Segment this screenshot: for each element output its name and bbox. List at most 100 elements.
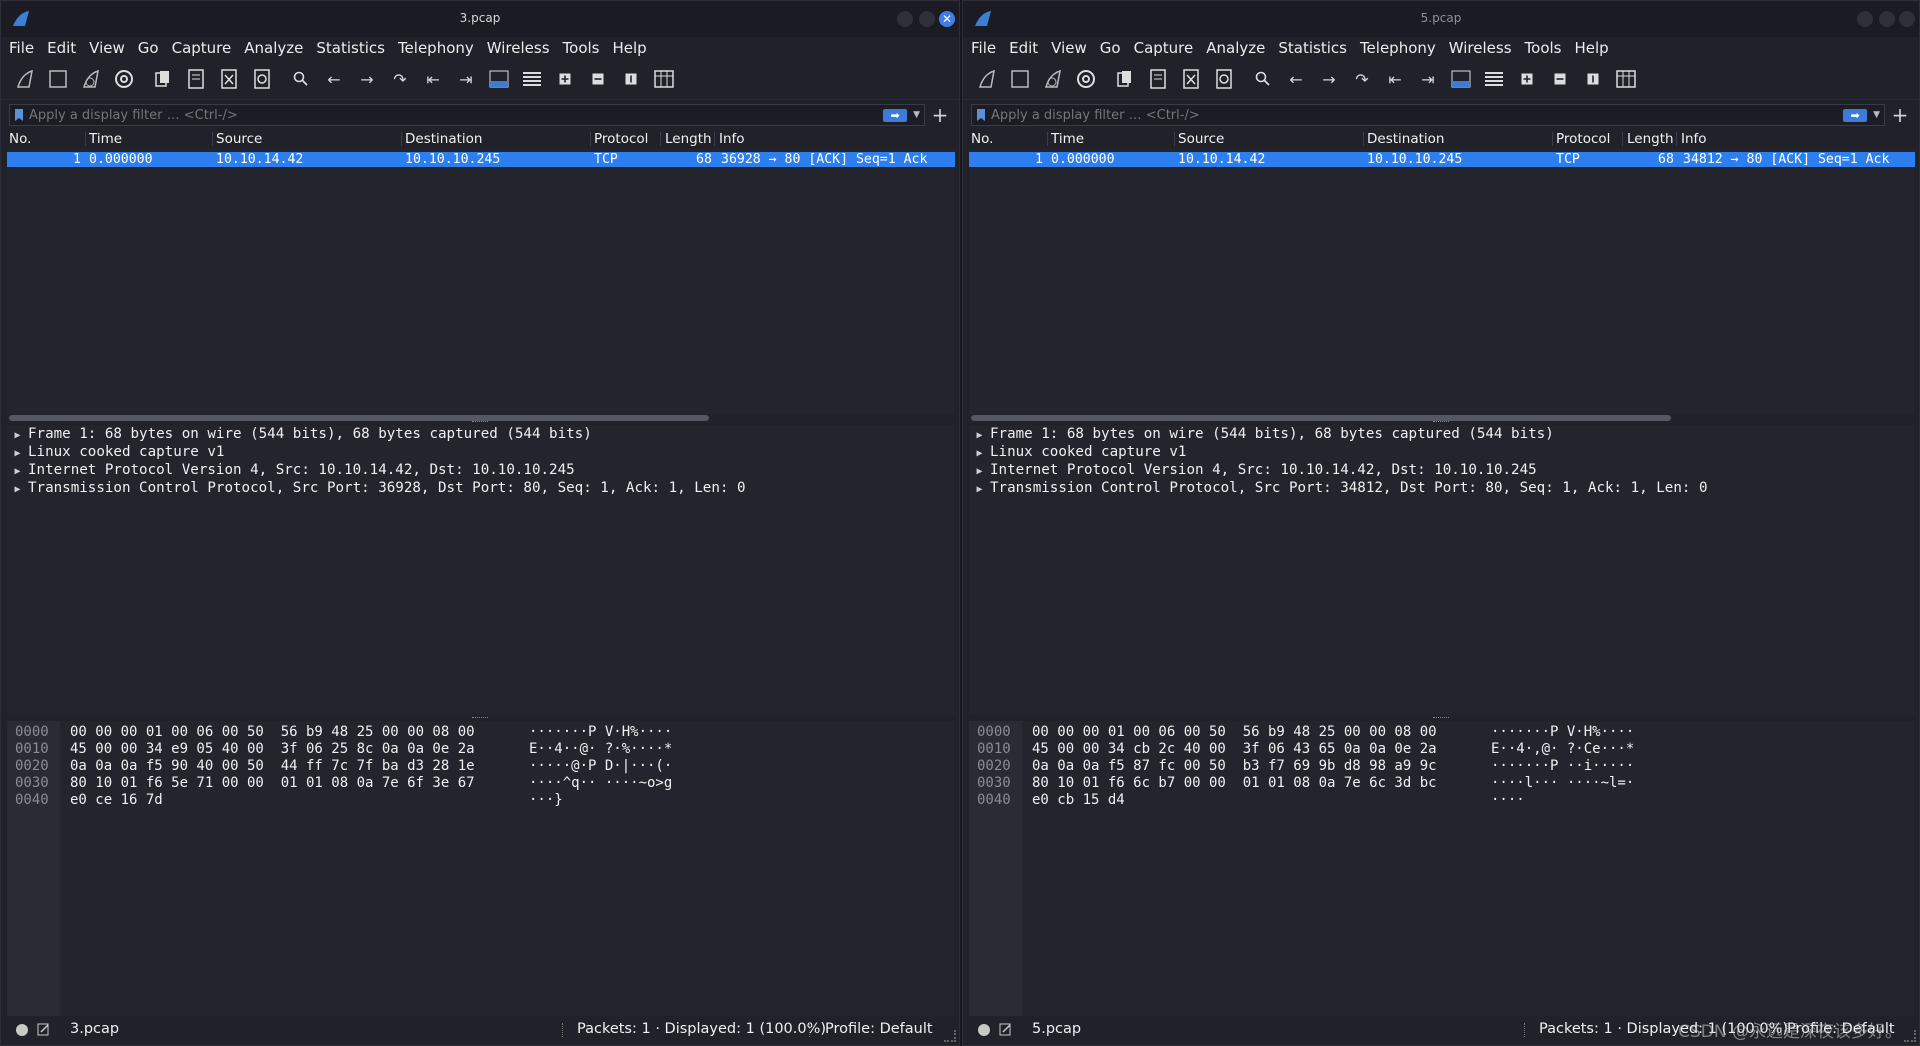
autoscroll-icon[interactable]: [1449, 67, 1473, 91]
first-packet-icon[interactable]: ⇤: [1383, 67, 1407, 91]
packet-bytes-pane[interactable]: 0000 00 00 00 01 00 06 00 50 56 b9 48 25 …: [7, 721, 955, 1016]
pane-splitter[interactable]: [1, 717, 959, 720]
save-file-icon[interactable]: [1146, 67, 1170, 91]
apply-filter-arrow-icon[interactable]: ➡: [883, 108, 908, 122]
packet-list[interactable]: 1 0.000000 10.10.14.42 10.10.10.245 TCP …: [7, 149, 955, 421]
zoom-in-icon[interactable]: [1515, 67, 1539, 91]
detail-row-linux-cooked[interactable]: ▶ Linux cooked capture v1: [969, 443, 1186, 461]
resize-columns-icon[interactable]: [1614, 67, 1638, 91]
save-file-icon[interactable]: [184, 67, 208, 91]
zoom-out-icon[interactable]: [586, 67, 610, 91]
packet-row-selected[interactable]: 1 0.000000 10.10.14.42 10.10.10.245 TCP …: [7, 152, 955, 167]
column-info[interactable]: Info: [719, 131, 745, 147]
close-button[interactable]: ✕: [939, 11, 955, 27]
maximize-button[interactable]: [919, 11, 935, 27]
menu-capture[interactable]: Capture: [1134, 39, 1194, 57]
detail-row-frame[interactable]: ▶ Frame 1: 68 bytes on wire (544 bits), 6…: [969, 425, 1553, 443]
filter-dropdown-chevron-icon[interactable]: ▼: [1873, 110, 1880, 120]
filter-bookmark-icon[interactable]: [977, 109, 985, 121]
minimize-button[interactable]: [1857, 11, 1873, 27]
column-destination[interactable]: Destination: [1367, 131, 1444, 147]
menu-edit[interactable]: Edit: [47, 39, 76, 57]
menu-go[interactable]: Go: [1100, 39, 1121, 57]
display-filter-input[interactable]: [991, 107, 1844, 123]
title-bar[interactable]: 5.pcap: [963, 1, 1919, 37]
column-length[interactable]: Length: [665, 131, 712, 147]
last-packet-icon[interactable]: ⇥: [454, 67, 478, 91]
go-forward-arrow-icon[interactable]: →: [1317, 67, 1341, 91]
close-button[interactable]: [1899, 11, 1915, 27]
normal-size-icon[interactable]: [619, 67, 643, 91]
go-back-arrow-icon[interactable]: ←: [322, 67, 346, 91]
column-time[interactable]: Time: [1051, 131, 1084, 147]
menu-view[interactable]: View: [1051, 39, 1087, 57]
zoom-out-icon[interactable]: [1548, 67, 1572, 91]
expert-info-status-icon[interactable]: [16, 1024, 28, 1036]
menu-tools[interactable]: Tools: [563, 39, 600, 57]
normal-size-icon[interactable]: [1581, 67, 1605, 91]
menu-telephony[interactable]: Telephony: [398, 39, 474, 57]
title-bar[interactable]: 3.pcap ✕: [1, 1, 959, 37]
find-packet-search-icon[interactable]: [289, 67, 313, 91]
maximize-button[interactable]: [1879, 11, 1895, 27]
status-profile[interactable]: Profile: Default: [825, 1021, 933, 1037]
capture-comment-icon[interactable]: [37, 1023, 50, 1036]
window-resize-grip[interactable]: [944, 1030, 956, 1042]
menu-capture[interactable]: Capture: [172, 39, 232, 57]
zoom-in-icon[interactable]: [553, 67, 577, 91]
resize-columns-icon[interactable]: [652, 67, 676, 91]
wireshark-window-left[interactable]: 3.pcap ✕ File Edit View Go Capture Analy…: [0, 0, 960, 1046]
detail-row-tcp[interactable]: ▶ Transmission Control Protocol, Src Port…: [969, 479, 1707, 499]
detail-row-frame[interactable]: ▶ Frame 1: 68 bytes on wire (544 bits), 6…: [7, 425, 591, 443]
close-file-icon[interactable]: [1179, 67, 1203, 91]
menu-help[interactable]: Help: [612, 39, 646, 57]
pane-splitter[interactable]: [963, 421, 1919, 424]
column-no[interactable]: No.: [971, 131, 993, 147]
capture-comment-icon[interactable]: [999, 1023, 1012, 1036]
column-protocol[interactable]: Protocol: [1556, 131, 1610, 147]
start-capture-icon[interactable]: [975, 67, 999, 91]
column-length[interactable]: Length: [1627, 131, 1674, 147]
find-packet-search-icon[interactable]: [1251, 67, 1275, 91]
expand-arrow-icon[interactable]: ▶: [969, 481, 990, 499]
go-to-packet-icon[interactable]: ↷: [1350, 67, 1374, 91]
apply-filter-arrow-icon[interactable]: ➡: [1843, 108, 1868, 122]
add-filter-button-plus-icon[interactable]: +: [1889, 103, 1911, 127]
display-filter-box[interactable]: ➡ ▼: [971, 104, 1885, 126]
detail-row-tcp[interactable]: ▶ Transmission Control Protocol, Src Port…: [7, 479, 745, 497]
detail-row-linux-cooked[interactable]: ▶ Linux cooked capture v1: [7, 443, 224, 461]
window-resize-grip[interactable]: [1904, 1030, 1916, 1042]
packet-bytes-pane[interactable]: 0000 00 00 00 01 00 06 00 50 56 b9 48 25 …: [969, 721, 1915, 1016]
menu-go[interactable]: Go: [138, 39, 159, 57]
open-file-icon[interactable]: [151, 67, 175, 91]
detail-row-ipv4[interactable]: ▶ Internet Protocol Version 4, Src: 10.10…: [7, 461, 574, 479]
column-source[interactable]: Source: [1178, 131, 1224, 147]
menu-edit[interactable]: Edit: [1009, 39, 1038, 57]
packet-row-selected[interactable]: 1 0.000000 10.10.14.42 10.10.10.245 TCP …: [969, 152, 1915, 167]
column-info[interactable]: Info: [1681, 131, 1707, 147]
menu-wireless[interactable]: Wireless: [487, 39, 550, 57]
menu-telephony[interactable]: Telephony: [1360, 39, 1436, 57]
autoscroll-icon[interactable]: [487, 67, 511, 91]
menu-wireless[interactable]: Wireless: [1449, 39, 1512, 57]
colorize-icon[interactable]: [1482, 67, 1506, 91]
display-filter-input[interactable]: [29, 107, 884, 123]
capture-options-gear-icon[interactable]: [112, 67, 136, 91]
go-forward-arrow-icon[interactable]: →: [355, 67, 379, 91]
close-file-icon[interactable]: [217, 67, 241, 91]
menu-tools[interactable]: Tools: [1525, 39, 1562, 57]
filter-bookmark-icon[interactable]: [15, 109, 23, 121]
menu-analyze[interactable]: Analyze: [244, 39, 303, 57]
menu-view[interactable]: View: [89, 39, 125, 57]
column-no[interactable]: No.: [9, 131, 31, 147]
reload-file-icon[interactable]: [250, 67, 274, 91]
menu-statistics[interactable]: Statistics: [1278, 39, 1347, 57]
restart-capture-icon[interactable]: [79, 67, 103, 91]
menu-statistics[interactable]: Statistics: [316, 39, 385, 57]
display-filter-box[interactable]: ➡ ▼: [9, 104, 925, 126]
detail-row-ipv4[interactable]: ▶ Internet Protocol Version 4, Src: 10.10…: [969, 461, 1536, 479]
open-file-icon[interactable]: [1113, 67, 1137, 91]
stop-capture-icon[interactable]: [46, 67, 70, 91]
packet-list[interactable]: 1 0.000000 10.10.14.42 10.10.10.245 TCP …: [969, 149, 1915, 421]
capture-options-gear-icon[interactable]: [1074, 67, 1098, 91]
